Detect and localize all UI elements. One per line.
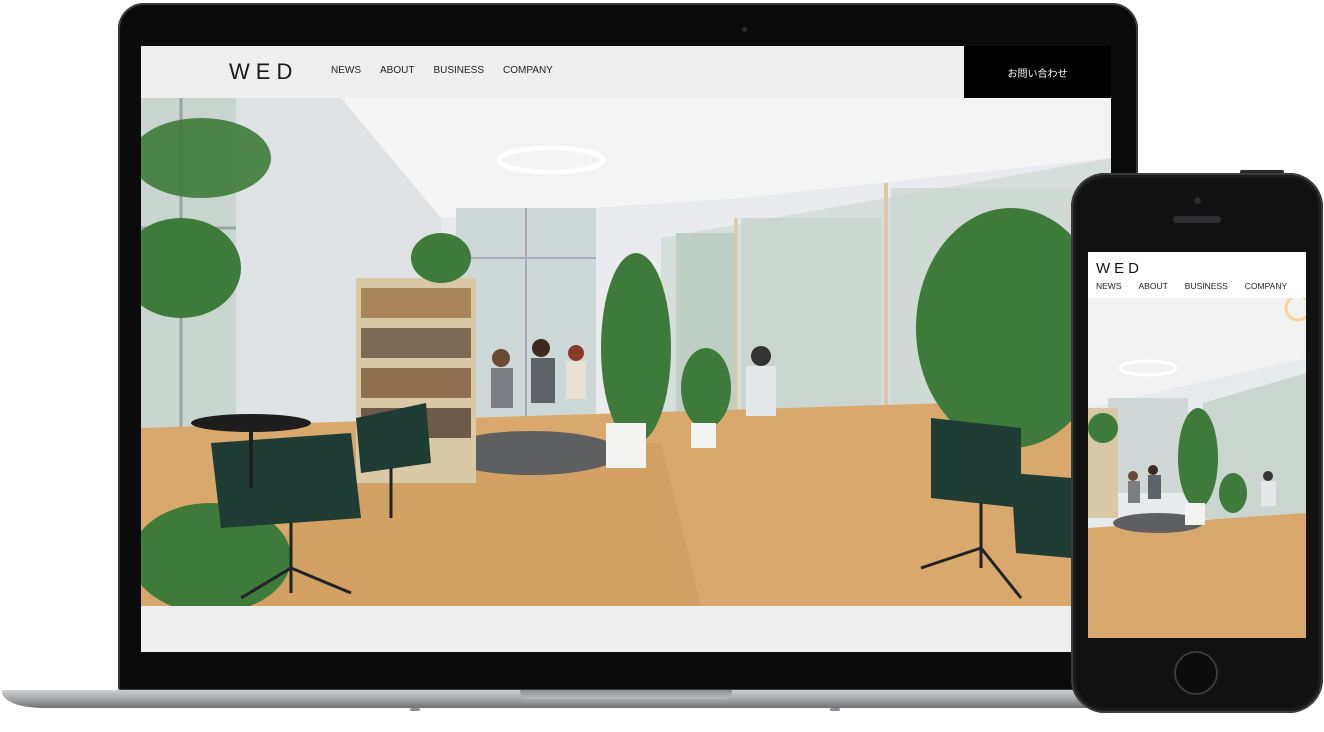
- laptop-screen: WED NEWS ABOUT BUSINESS COMPANY お問い合わせ: [141, 46, 1111, 652]
- screen-footer: [141, 606, 1111, 652]
- laptop-foot-right: [830, 708, 840, 711]
- hero-image: [141, 98, 1111, 606]
- phone-frame: WED NEWS ABOUT BUSINESS COMPANY: [1071, 173, 1323, 713]
- laptop-camera: [742, 27, 747, 32]
- mobile-nav-news[interactable]: NEWS: [1096, 281, 1122, 291]
- phone-camera: [1194, 197, 1201, 204]
- nav-news[interactable]: NEWS: [331, 65, 361, 76]
- mobile-nav-business[interactable]: BUSINESS: [1185, 281, 1228, 291]
- laptop-notch: [520, 690, 732, 699]
- nav-company[interactable]: COMPANY: [503, 65, 553, 76]
- mobile-header: WED NEWS ABOUT BUSINESS COMPANY: [1088, 252, 1306, 298]
- mobile-nav-company[interactable]: COMPANY: [1245, 281, 1287, 291]
- mobile-nav: NEWS ABOUT BUSINESS COMPANY: [1096, 281, 1287, 291]
- phone-speaker: [1173, 216, 1221, 223]
- site-header: WED NEWS ABOUT BUSINESS COMPANY お問い合わせ: [141, 46, 1111, 98]
- phone-screen: WED NEWS ABOUT BUSINESS COMPANY: [1088, 252, 1306, 638]
- contact-button[interactable]: お問い合わせ: [964, 46, 1111, 98]
- phone-home-button[interactable]: [1174, 651, 1218, 695]
- nav-about[interactable]: ABOUT: [380, 65, 414, 76]
- mobile-hero-image: [1088, 298, 1306, 638]
- main-nav: NEWS ABOUT BUSINESS COMPANY: [331, 65, 553, 76]
- nav-business[interactable]: BUSINESS: [433, 65, 484, 76]
- mobile-logo[interactable]: WED: [1096, 260, 1143, 277]
- mobile-nav-about[interactable]: ABOUT: [1139, 281, 1168, 291]
- laptop-foot-left: [410, 708, 420, 711]
- site-logo[interactable]: WED: [229, 59, 298, 85]
